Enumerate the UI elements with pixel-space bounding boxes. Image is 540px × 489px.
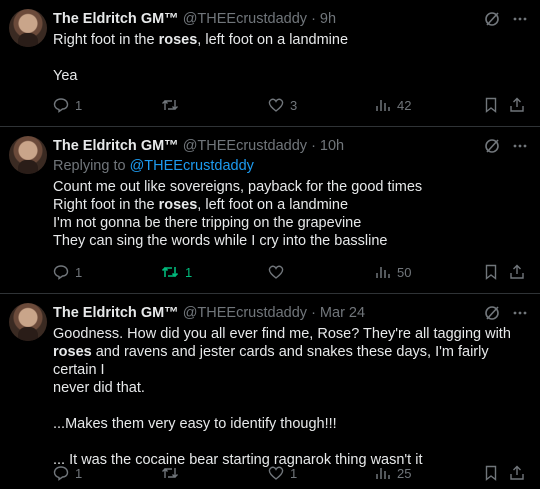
display-name[interactable]: The Eldritch GM™	[53, 305, 179, 321]
user-handle[interactable]: @THEEcrustdaddy	[183, 305, 307, 321]
reply-icon	[53, 98, 69, 113]
avatar[interactable]	[9, 9, 47, 47]
retweet-button[interactable]	[161, 463, 185, 483]
timestamp[interactable]: · Mar 24	[311, 305, 365, 321]
retweet-icon	[162, 468, 178, 478]
share-button[interactable]	[509, 95, 525, 115]
retweet-button[interactable]: 1	[161, 262, 192, 282]
retweet-count: 1	[185, 264, 193, 280]
bookmark-button[interactable]	[483, 95, 499, 115]
view-count: 50	[397, 264, 412, 280]
heart-icon	[268, 265, 284, 279]
tweet[interactable]: The Eldritch GM™ @THEEcrustdaddy · 9h Ri…	[0, 0, 540, 127]
tweet-line: Right foot in the roses, left foot on a …	[53, 32, 349, 48]
tweet-line: Goodness. How did you all ever find me, …	[53, 326, 511, 342]
view-count: 25	[397, 465, 412, 481]
retweet-button[interactable]	[161, 95, 185, 115]
heart-icon	[268, 466, 284, 480]
display-name[interactable]: The Eldritch GM™	[53, 138, 179, 154]
like-button[interactable]: 1	[268, 463, 297, 483]
more-icon[interactable]	[512, 138, 528, 154]
reply-count: 1	[75, 465, 83, 481]
share-icon	[510, 264, 524, 279]
display-name[interactable]: The Eldritch GM™	[53, 11, 179, 27]
tweet-line: Count me out like sovereigns, payback fo…	[53, 179, 423, 195]
tweet-line: I'm not gonna be there tripping on the g…	[53, 215, 362, 231]
share-icon	[510, 465, 524, 480]
bookmark-icon	[485, 97, 497, 113]
views-button[interactable]: 42	[375, 95, 411, 115]
retweet-icon	[161, 266, 179, 278]
grok-icon[interactable]	[484, 11, 500, 27]
timestamp[interactable]: · 9h	[311, 11, 336, 27]
views-button[interactable]: 25	[375, 463, 411, 483]
bookmark-button[interactable]	[483, 262, 499, 282]
tweet-header: The Eldritch GM™ @THEEcrustdaddy · 9h	[53, 9, 528, 29]
grok-icon[interactable]	[484, 138, 500, 154]
tweet-actions: 1 3 42	[53, 95, 524, 115]
more-icon[interactable]	[512, 305, 528, 321]
bookmark-icon	[485, 465, 497, 481]
tweet-line: roses and ravens and jester cards and sn…	[53, 344, 489, 378]
reply-button[interactable]: 1	[53, 262, 82, 282]
tweet[interactable]: The Eldritch GM™ @THEEcrustdaddy · Mar 2…	[0, 294, 540, 489]
tweet-text: Goodness. How did you all ever find me, …	[53, 325, 528, 469]
share-button[interactable]	[509, 463, 525, 483]
views-icon	[376, 267, 390, 278]
view-count: 42	[397, 97, 412, 113]
like-count: 1	[290, 465, 298, 481]
retweet-icon	[162, 100, 178, 110]
reply-button[interactable]: 1	[53, 95, 82, 115]
like-count: 3	[290, 97, 298, 113]
views-icon	[376, 100, 390, 111]
tweet-line: Yea	[53, 68, 78, 84]
reply-count: 1	[75, 264, 83, 280]
share-icon	[510, 97, 524, 112]
tweet[interactable]: The Eldritch GM™ @THEEcrustdaddy · 10h R…	[0, 127, 540, 294]
reply-icon	[53, 466, 69, 481]
tweet-actions: 1 1 25	[53, 463, 524, 483]
avatar[interactable]	[9, 136, 47, 174]
tweet-line-blank	[53, 397, 528, 415]
tweet-actions: 1 1 50	[53, 262, 524, 282]
reply-icon	[53, 265, 69, 280]
grok-icon[interactable]	[484, 305, 500, 321]
like-button[interactable]	[268, 262, 290, 282]
tweet-text: Right foot in the roses, left foot on a …	[53, 31, 528, 85]
reply-handle-link[interactable]: @THEEcrustdaddy	[130, 158, 254, 174]
tweet-line-blank	[53, 49, 528, 67]
tweet-line-blank	[53, 433, 528, 451]
tweet-header: The Eldritch GM™ @THEEcrustdaddy · Mar 2…	[53, 303, 528, 323]
tweet-line: ...Makes them very easy to identify thou…	[53, 416, 337, 432]
tweet-line: Right foot in the roses, left foot on a …	[53, 197, 349, 213]
tweet-text: Count me out like sovereigns, payback fo…	[53, 178, 528, 250]
tweet-header: The Eldritch GM™ @THEEcrustdaddy · 10h	[53, 136, 528, 156]
more-icon[interactable]	[512, 11, 528, 27]
reply-count: 1	[75, 97, 83, 113]
views-icon	[376, 468, 390, 479]
tweet-line: They can sing the words while I cry into…	[53, 233, 388, 249]
share-button[interactable]	[509, 262, 525, 282]
tweet-line: never did that.	[53, 380, 145, 396]
views-button[interactable]: 50	[375, 262, 411, 282]
timestamp[interactable]: · 10h	[311, 138, 344, 154]
bookmark-icon	[485, 264, 497, 280]
user-handle[interactable]: @THEEcrustdaddy	[183, 11, 307, 27]
replying-to: Replying to @THEEcrustdaddy	[53, 158, 254, 174]
bookmark-button[interactable]	[483, 463, 499, 483]
user-handle[interactable]: @THEEcrustdaddy	[183, 138, 307, 154]
like-button[interactable]: 3	[268, 95, 297, 115]
heart-icon	[268, 98, 284, 112]
reply-button[interactable]: 1	[53, 463, 82, 483]
avatar[interactable]	[9, 303, 47, 341]
